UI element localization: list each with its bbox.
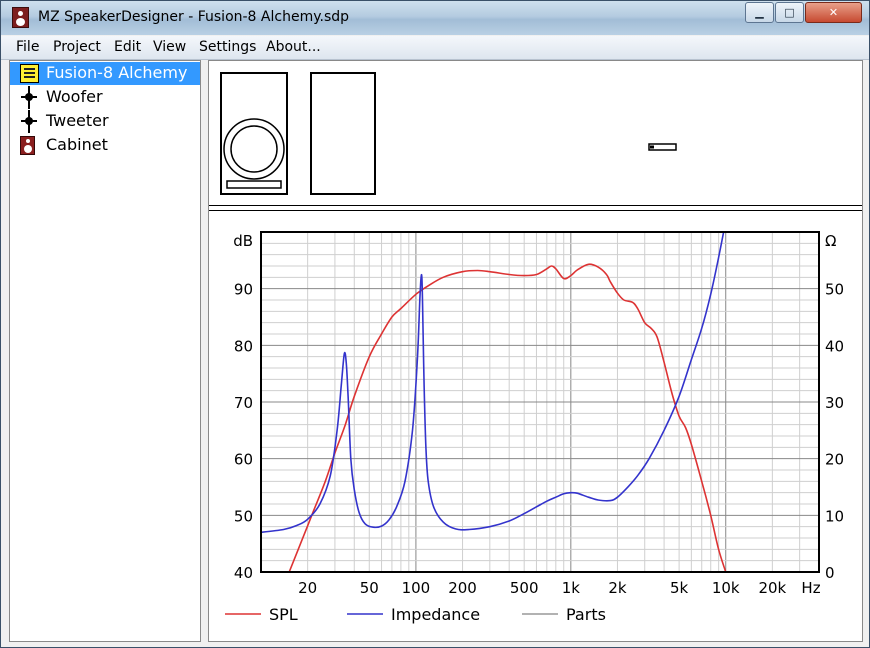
x-tick-label: 500	[510, 579, 539, 597]
legend-label: Impedance	[391, 605, 480, 624]
app-window: MZ SpeakerDesigner - Fusion-8 Alchemy.sd…	[0, 0, 870, 648]
menu-bar: File Project Edit View Settings About...	[1, 36, 869, 60]
y-tick-label-left: 50	[234, 507, 253, 525]
legend-label: Parts	[566, 605, 606, 624]
y-tick-label-right: 20	[825, 451, 844, 469]
x-tick-label: 10k	[712, 579, 740, 597]
tree-item-woofer[interactable]: Woofer	[10, 86, 200, 109]
y-axis-unit-left: dB	[233, 232, 253, 250]
y-tick-label-right: 50	[825, 281, 844, 299]
port-slot	[226, 180, 282, 189]
menu-project[interactable]: Project	[53, 39, 101, 55]
y-tick-label-right: 30	[825, 394, 844, 412]
maximize-button[interactable]: □	[775, 2, 804, 23]
x-tick-label: 2k	[608, 579, 627, 597]
project-icon	[20, 64, 39, 83]
y-tick-label-right: 10	[825, 507, 844, 525]
cabinet-icon	[20, 136, 35, 155]
tree-item-tweeter[interactable]: Tweeter	[10, 110, 200, 133]
y-tick-label-left: 80	[234, 337, 253, 355]
x-tick-label: 5k	[670, 579, 689, 597]
menu-view[interactable]: View	[153, 39, 186, 55]
x-tick-label: 50	[360, 579, 379, 597]
chart-svg: 40 50 60 70 80 90 dB 0 10 20 30 40 50 Ω 20 50 100 200 500 1…	[225, 231, 844, 624]
x-tick-label: 100	[402, 579, 431, 597]
menu-file[interactable]: File	[16, 39, 39, 55]
menu-about[interactable]: About...	[266, 39, 321, 55]
main-panel: 40 50 60 70 80 90 dB 0 10 20 30 40 50 Ω 20 50 100 200 500 1…	[208, 60, 863, 642]
tree-item-label: Fusion-8 Alchemy	[46, 63, 188, 82]
x-tick-label: 20	[298, 579, 317, 597]
woofer-cone	[230, 125, 278, 173]
y-tick-label-left: 60	[234, 451, 253, 469]
cabinet-preview-drawing	[220, 72, 677, 195]
y-tick-label-left: 40	[234, 564, 253, 582]
title-bar[interactable]: MZ SpeakerDesigner - Fusion-8 Alchemy.sd…	[1, 1, 869, 35]
series-line-impedance	[261, 232, 725, 534]
driver-icon	[21, 110, 37, 133]
window-title: MZ SpeakerDesigner - Fusion-8 Alchemy.sd…	[38, 9, 350, 25]
x-axis-unit: Hz	[801, 579, 820, 597]
tree-item-cabinet[interactable]: Cabinet	[10, 134, 200, 157]
cabinet-front-view	[220, 72, 288, 195]
tree-item-project[interactable]: Fusion-8 Alchemy	[10, 62, 200, 85]
tree-item-label: Cabinet	[46, 135, 108, 154]
close-button[interactable]: ✕	[805, 2, 862, 23]
frequency-response-chart: 40 50 60 70 80 90 dB 0 10 20 30 40 50 Ω 20 50 100 200 500 1…	[209, 211, 862, 641]
x-tick-label: 20k	[758, 579, 786, 597]
y-axis-unit-right: Ω	[825, 232, 836, 250]
project-tree[interactable]: Fusion-8 Alchemy Woofer Tweeter Cabinet	[9, 60, 201, 642]
tree-item-label: Tweeter	[46, 111, 109, 130]
speaker-app-icon	[12, 7, 29, 28]
minimize-button[interactable]: ▁	[745, 2, 774, 23]
cabinet-preview	[209, 61, 862, 206]
x-tick-label: 200	[448, 579, 477, 597]
y-tick-label-right: 40	[825, 337, 844, 355]
tree-item-label: Woofer	[46, 87, 103, 106]
menu-edit[interactable]: Edit	[114, 39, 141, 55]
x-tick-label: 1k	[562, 579, 581, 597]
y-tick-label-right: 0	[825, 564, 835, 582]
y-tick-label-left: 90	[234, 281, 253, 299]
legend-label: SPL	[269, 605, 298, 624]
woofer-outline	[223, 118, 285, 180]
menu-settings[interactable]: Settings	[199, 39, 256, 55]
cabinet-side-view	[310, 72, 376, 195]
driver-icon	[21, 86, 37, 109]
y-tick-label-left: 70	[234, 394, 253, 412]
